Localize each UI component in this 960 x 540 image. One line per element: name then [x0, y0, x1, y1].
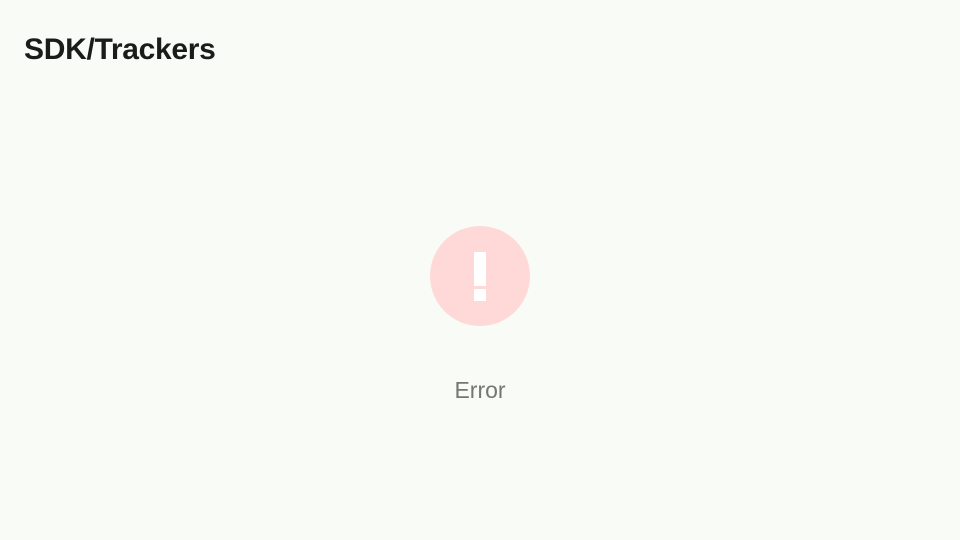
exclamation-bar: [474, 252, 486, 286]
error-state: Error: [0, 226, 960, 404]
header: SDK/Trackers: [24, 28, 216, 72]
page-title: SDK/Trackers: [24, 33, 216, 66]
error-icon: [430, 226, 530, 326]
exclamation-dot: [474, 289, 486, 301]
error-message: Error: [454, 377, 506, 403]
